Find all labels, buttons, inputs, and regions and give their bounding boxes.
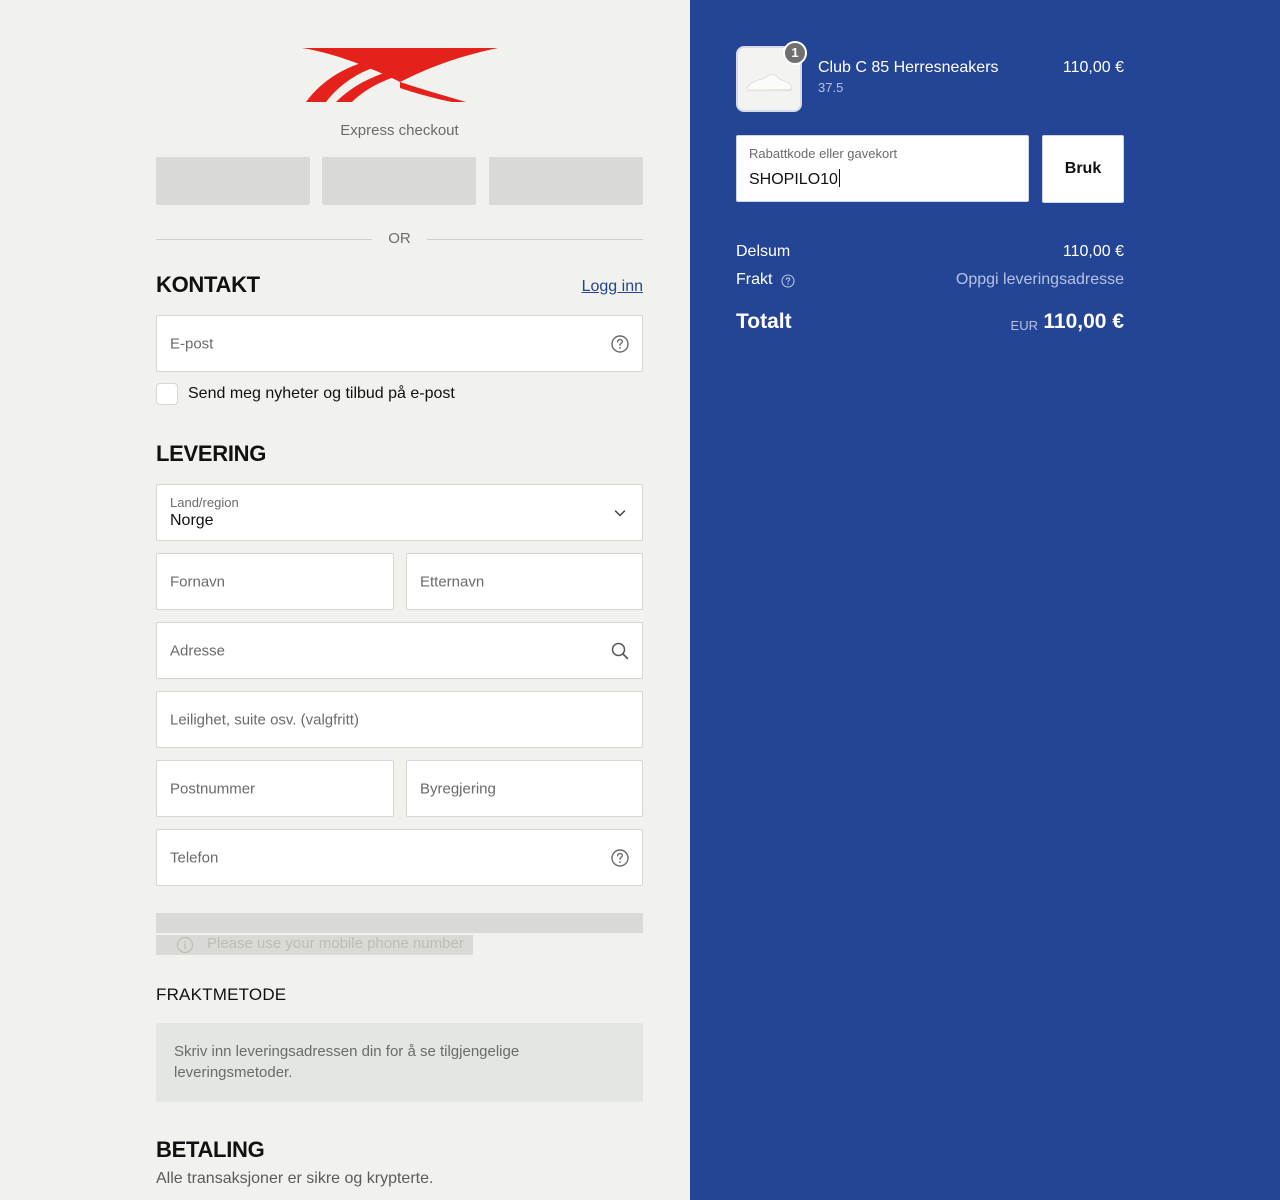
apartment-field[interactable]: Leilighet, suite osv. (valgfritt) <box>156 691 643 748</box>
country-value: Norge <box>170 512 214 529</box>
country-label: Land/region <box>170 495 239 510</box>
address-field[interactable]: Adresse <box>156 622 643 679</box>
postal-code-placeholder: Postnummer <box>170 780 256 797</box>
city-placeholder: Byregjering <box>420 780 496 797</box>
shipping-info-box: Skriv inn leveringsadressen din for å se… <box>156 1023 643 1102</box>
first-name-placeholder: Fornavn <box>170 573 226 590</box>
express-pay-button-2[interactable] <box>322 157 476 205</box>
express-checkout-label: Express checkout <box>340 122 459 139</box>
discount-label: Rabattkode eller gavekort <box>749 146 898 161</box>
address-placeholder: Adresse <box>170 642 226 659</box>
city-field[interactable]: Byregjering <box>406 760 643 817</box>
subtotal-label: Delsum <box>736 243 791 260</box>
payment-title: BETALING <box>156 1137 265 1162</box>
reebok-logo <box>302 48 498 102</box>
country-select[interactable]: Land/region Norge <box>156 484 643 541</box>
first-name-field[interactable]: Fornavn <box>156 553 394 610</box>
discount-code-text: SHOPILO10 <box>749 171 838 188</box>
product-size: 37.5 <box>818 80 844 95</box>
shipping-method-title: FRAKTMETODE <box>156 985 287 1004</box>
order-summary-panel: 1 Club C 85 Herresneakers 37.5 110,00 € … <box>690 0 1280 1200</box>
login-link[interactable]: Logg inn <box>582 278 643 296</box>
checkout-form-panel: Express checkout OR KONTAKT Logg inn E-p… <box>0 0 690 1200</box>
phone-notice-text: Please use your mobile phone number <box>207 935 464 952</box>
text-cursor <box>838 169 840 187</box>
quantity-badge: 1 <box>783 41 807 65</box>
contact-title: KONTAKT <box>156 272 260 297</box>
express-pay-button-3[interactable] <box>489 157 643 205</box>
help-circle-icon[interactable] <box>610 334 630 354</box>
shipping-label: Frakt <box>736 271 773 288</box>
email-placeholder: E-post <box>170 335 214 352</box>
delivery-title: LEVERING <box>156 441 267 466</box>
apply-discount-button[interactable]: Bruk <box>1042 135 1124 203</box>
total-value: 110,00 € <box>1043 310 1124 333</box>
search-icon <box>611 642 629 659</box>
product-name: Club C 85 Herresneakers <box>818 59 999 76</box>
phone-field[interactable]: Telefon <box>156 829 643 886</box>
subtotal-value: 110,00 € <box>1062 243 1124 260</box>
last-name-field[interactable]: Etternavn <box>406 553 643 610</box>
help-circle-icon[interactable] <box>610 848 630 868</box>
last-name-placeholder: Etternavn <box>420 573 485 590</box>
express-pay-button-1[interactable] <box>156 157 310 205</box>
notice-bar <box>156 913 643 933</box>
divider-line-right <box>427 239 643 240</box>
newsletter-checkbox[interactable] <box>156 383 178 405</box>
phone-placeholder: Telefon <box>170 849 219 866</box>
or-divider: OR <box>156 229 643 249</box>
product-price: 110,00 € <box>1062 59 1124 76</box>
discount-code-field[interactable]: Rabattkode eller gavekort SHOPILO10 <box>736 135 1029 202</box>
shipping-value: Oppgi leveringsadresse <box>955 271 1124 288</box>
apartment-placeholder: Leilighet, suite osv. (valgfritt) <box>170 711 359 728</box>
total-label: Totalt <box>736 310 792 333</box>
info-icon <box>176 936 194 954</box>
chevron-down-icon <box>614 509 626 516</box>
discount-value: SHOPILO10 <box>749 169 840 189</box>
newsletter-label: Send meg nyheter og tilbud på e-post <box>188 385 455 402</box>
email-field[interactable]: E-post <box>156 315 643 372</box>
total-currency: EUR <box>1010 318 1038 333</box>
postal-code-field[interactable]: Postnummer <box>156 760 394 817</box>
payment-subtitle: Alle transaksjoner er sikre og krypterte… <box>156 1170 434 1187</box>
help-circle-icon[interactable] <box>781 274 795 288</box>
